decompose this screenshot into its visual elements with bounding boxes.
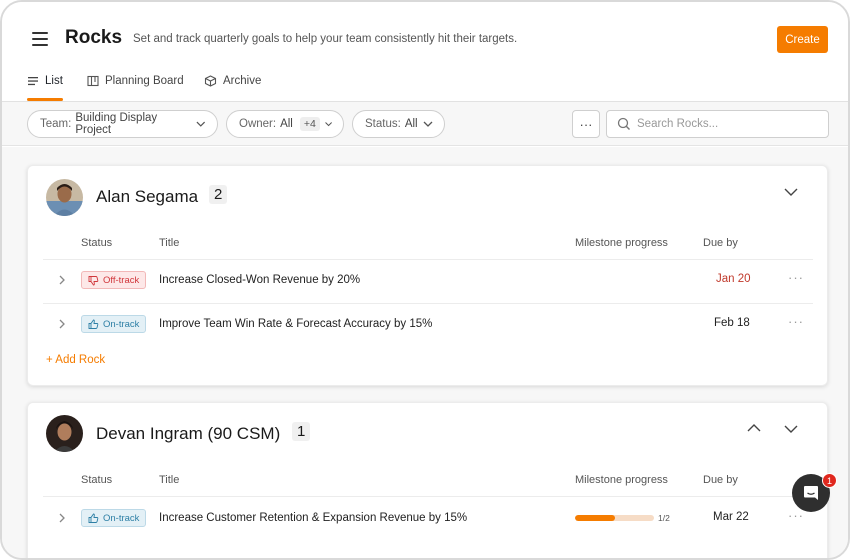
chat-icon	[804, 486, 818, 500]
search-box	[606, 110, 829, 138]
owner-filter[interactable]: Owner: All +4	[226, 110, 344, 138]
status-filter[interactable]: Status: All	[352, 110, 445, 138]
rock-title[interactable]: Increase Customer Retention & Expansion …	[159, 512, 467, 524]
due-date: Mar 22	[713, 511, 749, 523]
due-date: Feb 18	[714, 317, 750, 329]
team-filter-label: Team:	[40, 118, 72, 130]
column-header-status: Status	[81, 237, 113, 249]
avatar	[46, 179, 83, 216]
board-icon	[87, 75, 99, 87]
avatar	[46, 415, 83, 452]
rock-count-badge: 1	[292, 422, 311, 441]
column-header-due: Due by	[703, 237, 738, 249]
chevron-right-icon	[59, 513, 65, 523]
rock-count-badge: 2	[209, 185, 228, 204]
owner-group-card: Devan Ingram (90 CSM) 1 Status Title Mil…	[27, 402, 828, 558]
move-up-button[interactable]	[745, 419, 763, 437]
create-button[interactable]: Create	[777, 26, 828, 53]
rocks-list: Alan Segama 2 Status Title Milestone pro…	[2, 147, 848, 558]
status-badge-label: On-track	[103, 318, 140, 330]
thumbs-up-icon	[88, 319, 99, 329]
notification-badge: 1	[822, 473, 837, 488]
more-options-button[interactable]: ···	[572, 110, 600, 138]
team-filter-value: Building Display Project	[75, 112, 158, 136]
rock-title[interactable]: Improve Team Win Rate & Forecast Accurac…	[159, 318, 432, 330]
row-more-button[interactable]: ···	[788, 314, 804, 329]
owner-filter-label: Owner:	[239, 118, 277, 130]
collapse-toggle[interactable]	[782, 420, 800, 438]
column-header-title: Title	[159, 474, 180, 486]
view-tabs: List Planning Board Archive	[2, 70, 848, 102]
status-badge-label: Off-track	[103, 274, 140, 286]
status-badge[interactable]: Off-track	[81, 271, 147, 289]
row-divider	[43, 259, 813, 260]
status-filter-value: All	[404, 118, 418, 130]
status-badge[interactable]: On-track	[81, 315, 147, 333]
chevron-up-icon	[747, 424, 761, 432]
status-badge-label: On-track	[103, 512, 140, 524]
tab-archive[interactable]: Archive	[204, 70, 261, 102]
search-icon	[617, 117, 630, 130]
add-rock-button[interactable]: + Add Rock	[46, 354, 105, 366]
thumbs-up-icon	[88, 513, 99, 523]
expand-row-button[interactable]	[56, 274, 68, 286]
chevron-down-icon	[784, 425, 798, 433]
owner-filter-value: All	[280, 118, 293, 130]
filter-bar: Team: Building Display Project Owner: Al…	[2, 102, 848, 146]
row-divider	[43, 496, 813, 497]
app-window: Rocks Set and track quarterly goals to h…	[0, 0, 850, 560]
chevron-down-icon	[423, 121, 433, 127]
column-header-milestone: Milestone progress	[575, 474, 668, 486]
owner-name: Alan Segama	[96, 187, 199, 206]
tab-list-label: List	[45, 75, 63, 87]
column-header-milestone: Milestone progress	[575, 237, 668, 249]
chevron-down-icon	[784, 188, 798, 196]
row-more-button[interactable]: ···	[788, 270, 804, 285]
chevron-right-icon	[59, 275, 65, 285]
owner-name: Devan Ingram (90 CSM)	[96, 424, 281, 443]
thumbs-down-icon	[88, 275, 99, 285]
chevron-down-icon	[196, 121, 206, 127]
column-header-status: Status	[81, 474, 113, 486]
tab-planning-board[interactable]: Planning Board	[87, 70, 184, 102]
tab-archive-label: Archive	[223, 75, 262, 87]
status-filter-label: Status:	[365, 118, 401, 130]
chevron-down-icon	[325, 122, 332, 127]
page-subtitle: Set and track quarterly goals to help yo…	[133, 33, 518, 45]
archive-icon	[204, 75, 217, 87]
tab-planning-board-label: Planning Board	[105, 75, 184, 87]
expand-row-button[interactable]	[56, 512, 68, 524]
team-filter[interactable]: Team: Building Display Project	[27, 110, 218, 138]
expand-row-button[interactable]	[56, 318, 68, 330]
status-badge[interactable]: On-track	[81, 509, 147, 527]
rock-title[interactable]: Increase Closed-Won Revenue by 20%	[159, 274, 360, 286]
milestone-progress-fill	[575, 515, 615, 521]
page-title: Rocks	[65, 27, 123, 48]
search-input[interactable]	[637, 118, 817, 130]
collapse-toggle[interactable]	[782, 183, 800, 201]
column-header-title: Title	[159, 237, 180, 249]
owner-filter-extra: +4	[299, 117, 320, 131]
menu-icon[interactable]	[32, 32, 48, 46]
owner-group-card: Alan Segama 2 Status Title Milestone pro…	[27, 165, 828, 386]
milestone-progress-label: 1/2	[658, 513, 670, 523]
due-date: Jan 20	[716, 273, 751, 285]
row-divider	[43, 303, 813, 304]
column-header-due: Due by	[703, 474, 738, 486]
chevron-right-icon	[59, 319, 65, 329]
milestone-progress-bar	[575, 515, 654, 521]
page-header: Rocks Set and track quarterly goals to h…	[2, 2, 848, 102]
row-more-button[interactable]: ···	[788, 508, 804, 523]
list-icon	[28, 77, 38, 86]
